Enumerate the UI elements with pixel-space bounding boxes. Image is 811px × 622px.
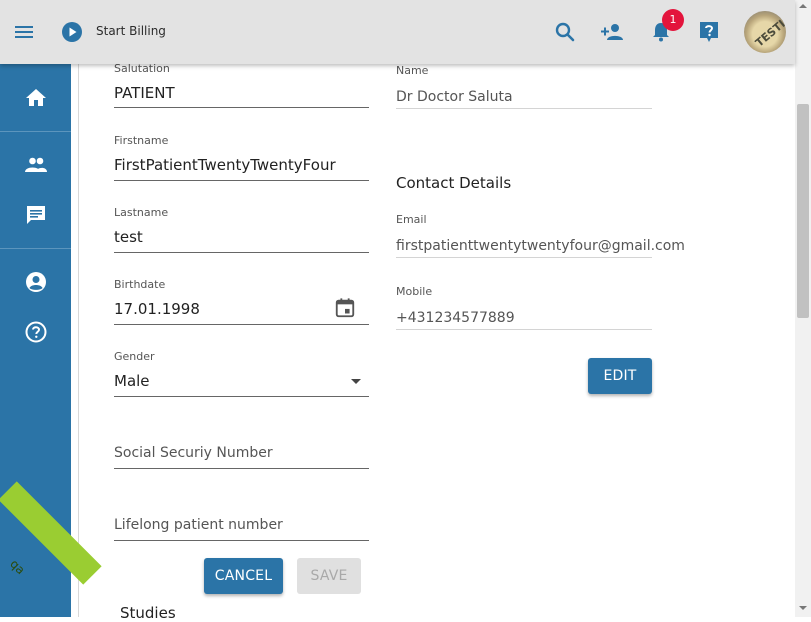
edit-button[interactable]: EDIT bbox=[588, 358, 652, 394]
dropdown-arrow-icon[interactable] bbox=[351, 379, 361, 384]
start-billing-link[interactable]: Start Billing bbox=[96, 24, 166, 38]
lastname-underline bbox=[114, 252, 369, 253]
contact-details-heading: Contact Details bbox=[396, 174, 512, 192]
content-border bbox=[78, 64, 79, 617]
cancel-button[interactable]: CANCEL bbox=[204, 558, 283, 594]
save-button[interactable]: SAVE bbox=[297, 558, 361, 594]
mobile-label: Mobile bbox=[396, 285, 433, 298]
email-label: Email bbox=[396, 213, 427, 226]
mobile-value: +431234577889 bbox=[396, 310, 515, 326]
search-icon[interactable] bbox=[553, 20, 577, 44]
mobile-underline bbox=[396, 329, 652, 330]
gender-underline bbox=[114, 396, 369, 397]
salutation-underline bbox=[114, 107, 369, 108]
help-circle-icon[interactable] bbox=[24, 320, 48, 344]
doctor-name-label: Name bbox=[396, 64, 429, 77]
account-circle-icon[interactable] bbox=[24, 270, 48, 294]
email-underline bbox=[396, 257, 652, 258]
birthdate-label: Birthdate bbox=[114, 278, 166, 291]
avatar[interactable]: TESTIN bbox=[744, 11, 786, 53]
birthdate-field[interactable]: 17.01.1998 bbox=[114, 300, 200, 318]
ssn-underline bbox=[114, 468, 369, 469]
firstname-underline bbox=[114, 180, 369, 181]
play-circle-icon[interactable] bbox=[61, 21, 83, 43]
doctor-name-value: Dr Doctor Saluta bbox=[396, 89, 513, 105]
firstname-field[interactable]: FirstPatientTwentyTwentyFour bbox=[114, 156, 336, 174]
scrollbar-thumb[interactable] bbox=[797, 104, 809, 318]
gender-label: Gender bbox=[114, 350, 155, 363]
ssn-input[interactable]: Social Securiy Number bbox=[114, 445, 273, 461]
scroll-up-arrow-icon[interactable] bbox=[799, 4, 807, 8]
calendar-icon[interactable] bbox=[334, 297, 356, 319]
lifelong-number-underline bbox=[114, 540, 369, 541]
lastname-field[interactable]: test bbox=[114, 228, 143, 246]
email-value: firstpatienttwentytwentyfour@gmail.com bbox=[396, 238, 685, 254]
help-icon[interactable] bbox=[697, 20, 721, 44]
lastname-label: Lastname bbox=[114, 206, 169, 219]
menu-icon[interactable] bbox=[14, 22, 34, 42]
home-icon[interactable] bbox=[24, 86, 48, 110]
chat-icon[interactable] bbox=[24, 203, 48, 227]
sidebar-divider bbox=[0, 248, 71, 249]
salutation-field[interactable]: PATIENT bbox=[114, 84, 175, 102]
avatar-text: TESTIN bbox=[752, 11, 786, 50]
top-bar: Start Billing 1 TESTIN bbox=[0, 0, 795, 64]
add-person-icon[interactable] bbox=[600, 20, 624, 44]
people-icon[interactable] bbox=[24, 153, 48, 177]
gender-select[interactable]: Male bbox=[114, 372, 150, 390]
notification-badge: 1 bbox=[662, 9, 684, 31]
studies-heading: Studies bbox=[120, 604, 176, 622]
lifelong-number-input[interactable]: Lifelong patient number bbox=[114, 517, 283, 533]
scroll-down-arrow-icon[interactable] bbox=[799, 606, 807, 610]
doctor-name-underline bbox=[396, 108, 652, 109]
birthdate-underline bbox=[114, 324, 369, 325]
firstname-label: Firstname bbox=[114, 134, 169, 147]
sidebar-divider bbox=[0, 131, 71, 132]
